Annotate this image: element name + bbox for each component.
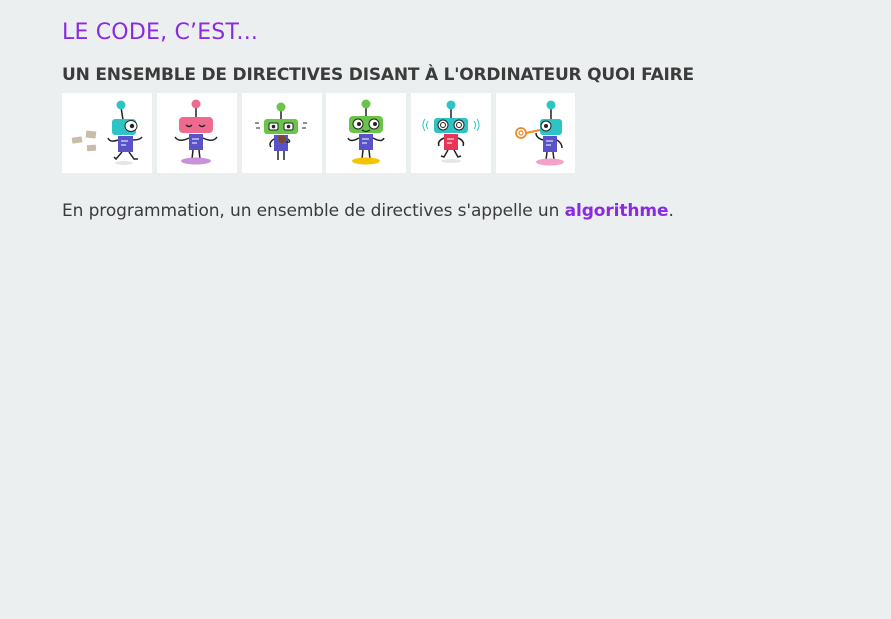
robot-relaxed-icon [174,99,218,165]
algorithm-keyword: algorithme [564,201,669,221]
robot-walking-icon [71,100,143,165]
robot-card-happy [326,93,406,173]
robot-dizzy-icon [422,100,480,163]
robot-strip [62,93,582,173]
paragraph-end: . [668,201,674,221]
robot-trumpet-icon [515,100,564,166]
robot-eating-icon [255,102,307,160]
robot-card-trumpet [496,93,575,173]
intro-paragraph: En programmation, un ensemble de directi… [62,201,674,221]
robot-card-walking [62,93,152,173]
robot-card-relaxed [157,93,237,173]
robot-card-dizzy [411,93,491,173]
paragraph-text: En programmation, un ensemble de directi… [62,201,565,221]
page-title: LE CODE, C’EST... [62,20,259,45]
robot-happy-icon [347,99,385,165]
section-subtitle: UN ENSEMBLE DE DIRECTIVES DISANT À L'ORD… [62,65,694,85]
robot-card-eating [242,93,322,173]
